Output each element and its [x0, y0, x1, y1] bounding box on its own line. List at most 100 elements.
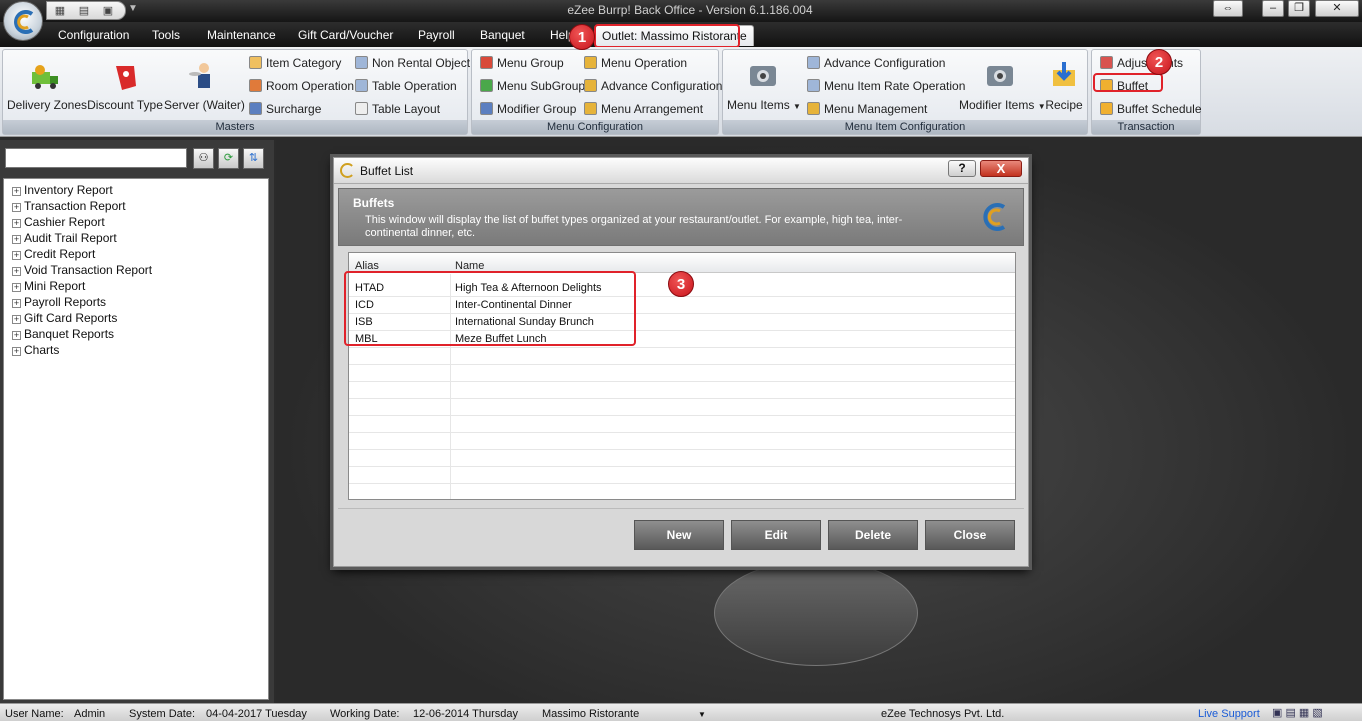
menu-arrangement-icon	[584, 102, 597, 115]
tree-item-charts[interactable]: + Charts	[12, 342, 59, 358]
menu-maintenance[interactable]: Maintenance	[207, 28, 276, 42]
empty-row	[349, 399, 1015, 416]
modifier-group-button[interactable]: Modifier Group	[480, 100, 576, 118]
non-rental-object-button[interactable]: Non Rental Object	[355, 54, 470, 72]
buffet-schedule-button[interactable]: Buffet Schedule	[1100, 100, 1202, 118]
outlet-name[interactable]: Massimo Ristorante	[542, 708, 639, 720]
group-menu-configuration: Menu Group Menu SubGroup Modifier Group …	[471, 49, 722, 135]
modifier-items-icon	[987, 66, 1013, 86]
server-waiter-button[interactable]: Server (Waiter)	[164, 60, 245, 112]
annotation-badge-2: 2	[1146, 49, 1172, 75]
tree-item-audit-trail-report[interactable]: + Audit Trail Report	[12, 230, 117, 246]
modifier-items-button[interactable]: Modifier Items ▼	[959, 60, 1046, 112]
chevron-down-icon[interactable]: ▼	[128, 3, 138, 14]
buffet-list-dialog: Buffet List ? X Buffets This window will…	[333, 157, 1029, 567]
menu-tools[interactable]: Tools	[152, 28, 180, 42]
expand-icon[interactable]: +	[12, 283, 21, 292]
config-icon	[807, 56, 820, 69]
tree-item-inventory-report[interactable]: + Inventory Report	[12, 182, 113, 198]
menu-banquet[interactable]: Banquet	[480, 28, 525, 42]
advance-configuration-button[interactable]: Advance Configuration	[584, 77, 722, 95]
expand-icon[interactable]: +	[12, 315, 21, 324]
delivery-zones-button[interactable]: Delivery Zones	[7, 60, 87, 112]
working-date: 12-06-2014 Thursday	[413, 708, 518, 720]
help-button[interactable]: ?	[948, 160, 976, 177]
expand-icon[interactable]: +	[12, 299, 21, 308]
menu-item-rate-operation-button[interactable]: Menu Item Rate Operation	[807, 77, 965, 95]
left-pane: ⚇ ⟳ ⇅ + Inventory Report + Transaction Rep…	[0, 140, 274, 703]
chevron-down-icon[interactable]: ▼	[698, 710, 706, 719]
live-support-link[interactable]: Live Support	[1198, 708, 1260, 720]
expand-icon[interactable]: +	[12, 203, 21, 212]
room-icon	[249, 79, 262, 92]
rate-icon	[807, 79, 820, 92]
header-description: This window will display the list of buf…	[365, 214, 903, 239]
tree-item-banquet-reports[interactable]: + Banquet Reports	[12, 326, 114, 342]
annotation-badge-1: 1	[569, 24, 595, 50]
sort-icon[interactable]: ⇅	[243, 148, 264, 169]
menu-group-button[interactable]: Menu Group	[480, 54, 564, 72]
menu-subgroup-icon	[480, 79, 493, 92]
status-bar: User Name: Admin System Date: 04-04-2017…	[0, 703, 1362, 721]
item-category-button[interactable]: Item Category	[249, 54, 341, 72]
recipe-button[interactable]: Recipe	[1043, 60, 1085, 112]
surcharge-icon	[249, 102, 262, 115]
table-operation-button[interactable]: Table Operation	[355, 77, 457, 95]
menu-gift-card[interactable]: Gift Card/Voucher	[298, 28, 393, 42]
expand-icon[interactable]: +	[12, 347, 21, 356]
expand-icon[interactable]: +	[12, 331, 21, 340]
dialog-title: Buffet List	[360, 164, 414, 178]
room-operation-button[interactable]: Room Operation	[249, 77, 354, 95]
object-icon	[355, 56, 368, 69]
tree-item-void-transaction-report[interactable]: + Void Transaction Report	[12, 262, 152, 278]
tree-item-mini-report[interactable]: + Mini Report	[12, 278, 85, 294]
menu-arrangement-button[interactable]: Menu Arrangement	[584, 100, 703, 118]
expand-icon[interactable]: +	[12, 219, 21, 228]
expand-icon[interactable]: +	[12, 267, 21, 276]
close-button[interactable]: Close	[925, 520, 1015, 550]
tree-item-credit-report[interactable]: + Credit Report	[12, 246, 95, 262]
app-orb-icon[interactable]	[3, 1, 43, 41]
menu-configuration[interactable]: Configuration	[58, 28, 129, 42]
tray-icons: ▣ ▤ ▦ ▧	[1272, 707, 1323, 719]
document-icon[interactable]: ▣	[101, 4, 115, 18]
menu-group-icon	[480, 56, 493, 69]
buffet-schedule-icon	[1100, 102, 1113, 115]
report-tree: + Inventory Report + Transaction Report + C…	[3, 178, 269, 700]
tree-item-payroll-reports[interactable]: + Payroll Reports	[12, 294, 106, 310]
refresh-icon[interactable]: ⟳	[218, 148, 239, 169]
menu-subgroup-button[interactable]: Menu SubGroup	[480, 77, 585, 95]
tree-item-cashier-report[interactable]: + Cashier Report	[12, 214, 105, 230]
menu-management-button[interactable]: Menu Management	[807, 100, 927, 118]
surcharge-button[interactable]: Surcharge	[249, 100, 321, 118]
tree-item-gift-card-reports[interactable]: + Gift Card Reports	[12, 310, 117, 326]
dialog-close-x-button[interactable]: X	[980, 160, 1022, 177]
expand-icon[interactable]: +	[12, 187, 21, 196]
close-window-button[interactable]: ✕	[1315, 0, 1359, 17]
table-layout-button[interactable]: Table Layout	[355, 100, 440, 118]
layout-icon	[355, 102, 368, 115]
expand-icon[interactable]: +	[12, 235, 21, 244]
discount-type-button[interactable]: Discount Type	[87, 60, 163, 112]
maximize-button[interactable]: ❐	[1288, 0, 1310, 17]
menu-items-button[interactable]: Menu Items ▼	[727, 60, 801, 112]
binoculars-icon[interactable]: ⚇	[193, 148, 214, 169]
menu-payroll[interactable]: Payroll	[418, 28, 455, 42]
title-bar: eZee Burrp! Back Office - Version 6.1.18…	[0, 0, 1362, 22]
group-masters: Delivery Zones Discount Type Server (Wai…	[2, 49, 470, 135]
minimize-button[interactable]: –	[1262, 0, 1284, 17]
search-input[interactable]	[5, 148, 187, 168]
edit-button[interactable]: Edit	[731, 520, 821, 550]
restore-icon[interactable]: ⇔	[1213, 0, 1243, 17]
group-title-menu-item-configuration: Menu Item Configuration	[723, 120, 1087, 134]
grid-icon[interactable]: ▦	[53, 4, 67, 18]
empty-row	[349, 433, 1015, 450]
expand-icon[interactable]: +	[12, 251, 21, 260]
delete-button[interactable]: Delete	[828, 520, 918, 550]
menu-operation-button[interactable]: Menu Operation	[584, 54, 687, 72]
tree-item-transaction-report[interactable]: + Transaction Report	[12, 198, 126, 214]
folder-icon[interactable]: ▤	[77, 4, 91, 18]
advance-configuration-item-button[interactable]: Advance Configuration	[807, 54, 945, 72]
annotation-badge-3: 3	[668, 271, 694, 297]
new-button[interactable]: New	[634, 520, 724, 550]
